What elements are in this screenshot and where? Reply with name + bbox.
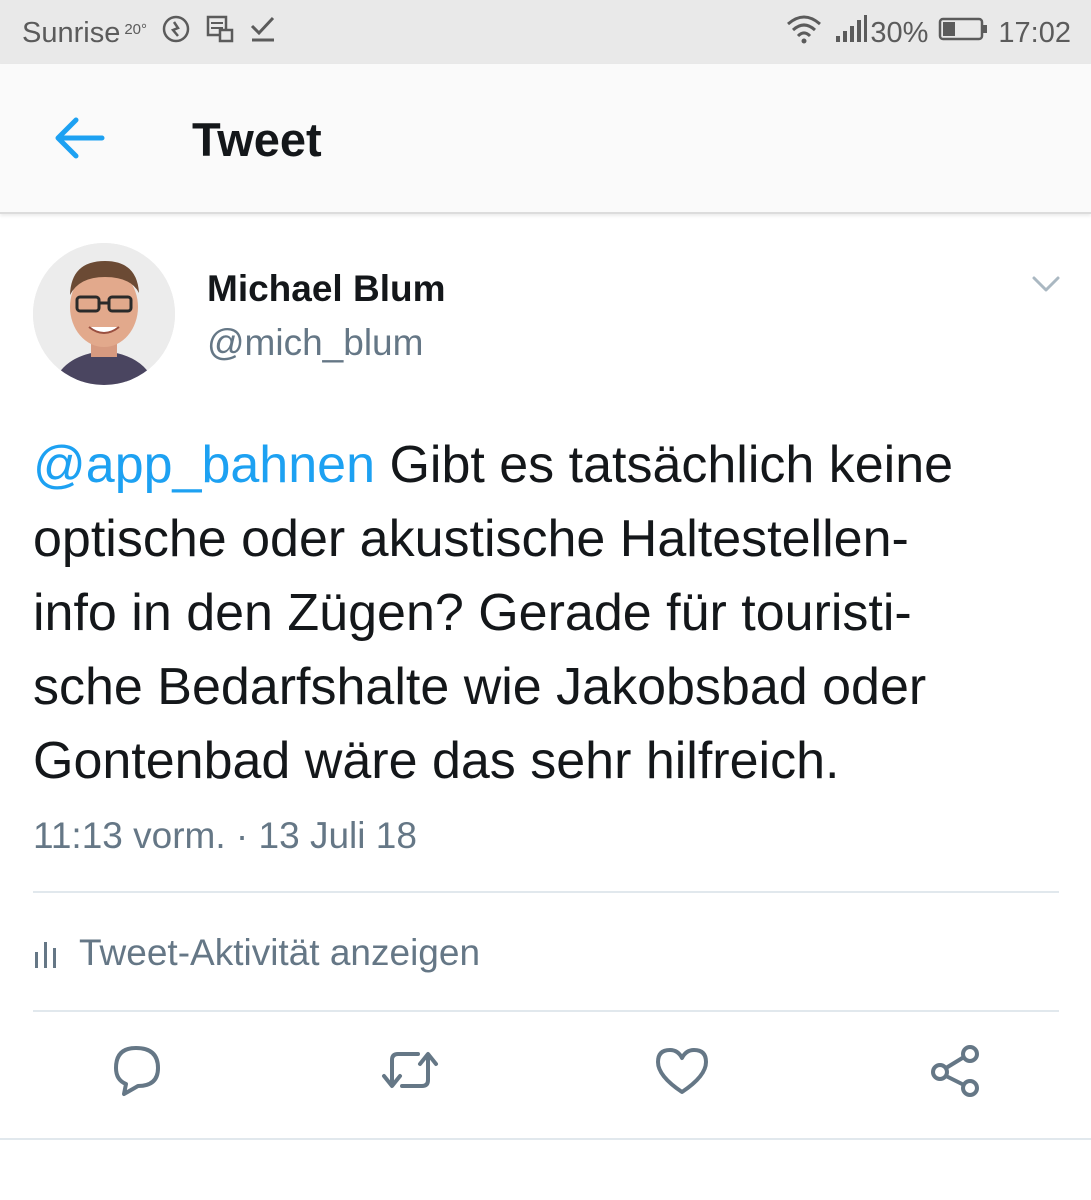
share-button[interactable] — [926, 1040, 986, 1100]
carrier-name: Sunrise — [22, 16, 121, 49]
tweet-menu-button[interactable] — [1030, 272, 1062, 296]
chevron-down-icon — [1032, 276, 1060, 292]
author-handle[interactable]: @mich_blum — [207, 322, 423, 364]
clock: 17:02 — [998, 16, 1071, 49]
divider — [33, 1010, 1059, 1012]
nfc-icon — [161, 14, 191, 52]
divider — [33, 891, 1059, 893]
heart-icon — [656, 1048, 708, 1094]
tweet-text-line: @app_bahnen Gibt es tatsächlich keine — [33, 428, 1063, 502]
tweet-text-line: info in den Zügen? Gerade für touristi- — [33, 584, 912, 642]
avatar[interactable] — [33, 243, 175, 385]
app-bar: Tweet — [0, 64, 1091, 214]
bar-chart-icon — [35, 942, 56, 968]
battery-icon — [938, 16, 988, 50]
tweet-timestamp: 11:13 vorm. · 13 Juli 18 — [33, 815, 417, 856]
page-title: Tweet — [192, 113, 322, 166]
temperature: 20° — [124, 20, 148, 38]
author-name[interactable]: Michael Blum — [207, 268, 446, 310]
check-icon — [249, 14, 277, 52]
retweet-button[interactable] — [378, 1040, 438, 1100]
mention-link[interactable]: @app_bahnen — [33, 436, 375, 494]
tweet-actions — [0, 1040, 1091, 1116]
tweet-text-line: optische oder akustische Haltestellen- — [33, 510, 909, 568]
wifi-icon — [784, 14, 824, 52]
battery-percent: 30% — [870, 16, 929, 49]
tweet-text: @app_bahnen Gibt es tatsächlich keine op… — [33, 428, 1063, 798]
divider — [0, 1138, 1091, 1140]
tweet-activity-link[interactable]: Tweet-Aktivität anzeigen — [33, 930, 480, 976]
arrow-left-icon — [55, 117, 105, 159]
status-bar: Sunrise 20° 30% 17:02 — [0, 0, 1091, 64]
sim-icon — [205, 14, 235, 52]
signal-icon — [834, 14, 868, 52]
tweet-text-line: sche Bedarfshalte wie Jakobsbad oder — [33, 658, 927, 716]
reply-button[interactable] — [108, 1040, 168, 1100]
retweet-icon — [382, 1052, 438, 1088]
like-button[interactable] — [652, 1040, 712, 1100]
share-icon — [931, 1045, 979, 1097]
reply-icon — [114, 1046, 160, 1096]
back-button[interactable] — [50, 114, 110, 164]
tweet-text-segment: Gibt es tatsächlich keine — [375, 436, 954, 494]
tweet-activity-label: Tweet-Aktivität anzeigen — [79, 932, 481, 973]
tweet-text-line: Gontenbad wäre das sehr hilfreich. — [33, 732, 840, 790]
